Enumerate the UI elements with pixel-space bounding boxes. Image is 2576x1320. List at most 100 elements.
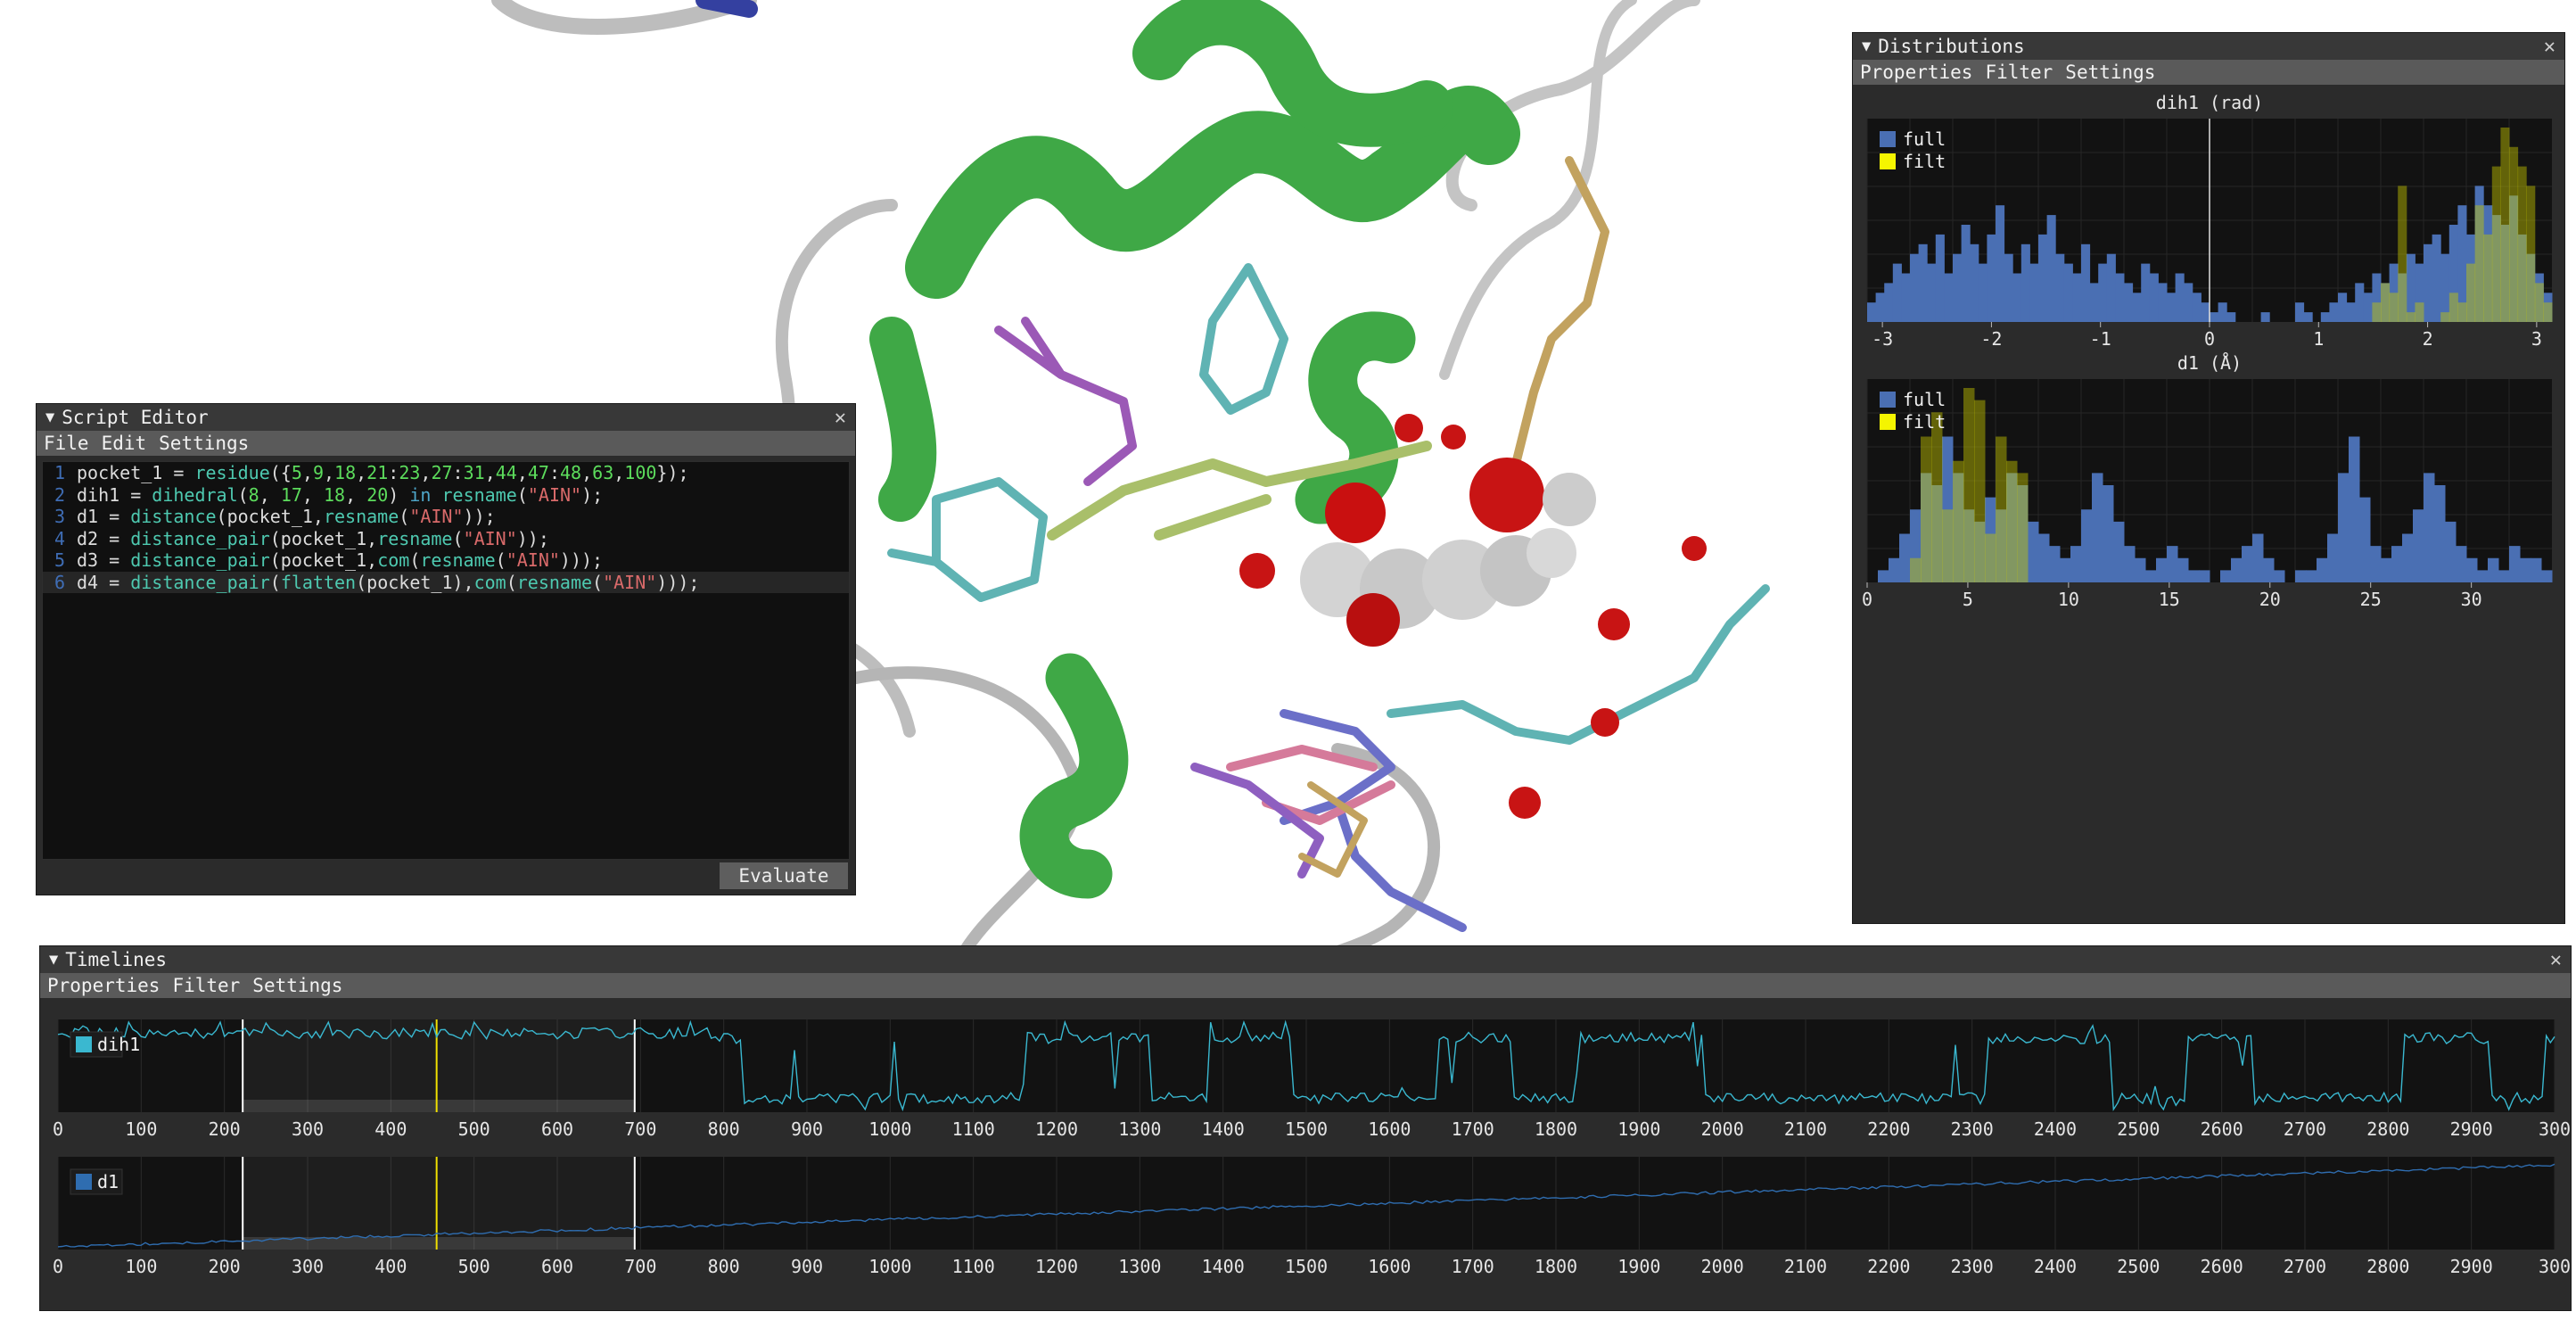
menu-properties[interactable]: Properties: [47, 975, 160, 996]
code-token: :: [548, 462, 561, 483]
code-token: d4 =: [77, 571, 131, 593]
tick-label: 1800: [1535, 1118, 1577, 1140]
full-histogram-bar: [2263, 557, 2275, 582]
tick-label: 200: [209, 1256, 241, 1277]
code-token: 27: [431, 462, 453, 483]
code-token: distance: [130, 506, 217, 527]
tick-label: 2000: [1701, 1256, 1744, 1277]
evaluate-button[interactable]: Evaluate: [720, 862, 848, 889]
full-histogram-bar: [2370, 546, 2382, 582]
code-token: resname: [441, 483, 517, 506]
tick-label: 2400: [2034, 1256, 2077, 1277]
legend-label: full: [1903, 128, 1946, 150]
menu-file[interactable]: File: [44, 433, 89, 454]
code-token: ({: [269, 462, 292, 483]
full-histogram-bar: [2145, 570, 2157, 582]
full-histogram-bar: [2113, 521, 2125, 582]
code-token: dih1 =: [77, 483, 152, 506]
tick-label: 300: [2539, 1118, 2571, 1140]
close-icon[interactable]: ✕: [835, 407, 846, 429]
line-number: 4: [53, 527, 66, 549]
code-token: (: [516, 483, 528, 506]
collapse-triangle-icon[interactable]: ▼: [49, 951, 58, 969]
full-histogram-bar: [2060, 557, 2071, 582]
full-histogram-bar: [1918, 243, 1928, 322]
tick-label: 500: [458, 1256, 490, 1277]
tick-label: 5: [1963, 589, 1973, 610]
code-token: ,: [301, 483, 324, 506]
menu-settings[interactable]: Settings: [252, 975, 342, 996]
full-histogram-bar: [1901, 273, 1911, 322]
tick-label: 1700: [1452, 1256, 1494, 1277]
menu-filter[interactable]: Filter: [172, 975, 240, 996]
line-number: 3: [53, 506, 66, 527]
full-histogram-bar: [2072, 273, 2082, 322]
code-token: resname: [516, 571, 593, 593]
full-histogram-bar: [2149, 273, 2159, 322]
full-histogram-bar: [2004, 253, 2013, 322]
tick-label: 2300: [1951, 1118, 1994, 1140]
full-histogram-bar: [2242, 546, 2253, 582]
full-histogram-bar: [1953, 253, 1963, 322]
full-histogram-bar: [1892, 263, 1902, 322]
full-histogram-bar: [2028, 521, 2039, 582]
code-token: )));: [656, 571, 700, 593]
filt-histogram-bar: [2389, 293, 2399, 322]
code-text-area[interactable]: 1 pocket_1 = residue({5, 9, 18, 21:23, 27:31,…: [42, 461, 850, 860]
tick-label: 2300: [1951, 1256, 1994, 1277]
tick-label: 300: [292, 1256, 324, 1277]
tick-label: 1600: [1368, 1118, 1411, 1140]
code-token: (: [399, 506, 410, 527]
full-histogram-bar: [1996, 205, 2005, 322]
full-histogram-bar: [2089, 283, 2099, 322]
code-line[interactable]: 3 d1 = distance (pocket_1, resname("AIN"));: [43, 506, 849, 528]
script-editor-titlebar[interactable]: ▼ Script Editor ✕: [37, 404, 855, 431]
legend-swatch: [1880, 131, 1896, 147]
legend-swatch: [1880, 153, 1896, 169]
code-token: (: [452, 527, 464, 549]
code-line[interactable]: 5 d3 = distance_pair (pocket_1, com(resname…: [43, 549, 849, 572]
full-histogram-bar: [2498, 570, 2510, 582]
close-icon[interactable]: ✕: [2550, 949, 2562, 971]
code-token: ));: [463, 506, 496, 527]
full-histogram-bar: [2081, 243, 2091, 322]
code-token: d3 =: [77, 549, 131, 571]
timelines-titlebar[interactable]: ▼ Timelines ✕: [40, 946, 2571, 973]
tick-label: 1500: [1285, 1256, 1328, 1277]
code-token: (: [409, 549, 421, 571]
full-histogram-bar: [2327, 533, 2339, 582]
full-histogram-bar: [1875, 293, 1885, 322]
code-line[interactable]: 4 d2 = distance_pair (pocket_1, resname("AI…: [43, 528, 849, 550]
code-token: 47: [527, 462, 549, 483]
full-histogram-bar: [2295, 570, 2307, 582]
full-histogram-bar: [2466, 557, 2478, 582]
code-line[interactable]: 2 dih1 = dihedral(8, 17, 18, 20) in resna…: [43, 484, 849, 507]
distributions-window[interactable]: ▼ Distributions ✕ Properties Filter Sett…: [1852, 32, 2565, 924]
code-token: ): [388, 483, 410, 506]
filt-histogram-bar: [1963, 388, 1975, 582]
full-histogram-bar: [2488, 557, 2499, 582]
tick-label: 1: [2313, 328, 2324, 350]
code-token: (: [506, 571, 517, 593]
timeline-plots[interactable]: dih10 100 200 300 400 500 600 700 800 900 1000 1100…: [40, 998, 2572, 1312]
line-number: 1: [53, 462, 66, 483]
collapse-triangle-icon[interactable]: ▼: [45, 408, 54, 426]
full-histogram-bar: [2338, 473, 2350, 582]
tick-label: 3: [2531, 328, 2542, 350]
tick-label: 1600: [1368, 1256, 1411, 1277]
series-label: d1: [97, 1171, 119, 1192]
tick-label: -3: [1872, 328, 1893, 350]
filt-histogram-bar: [2457, 302, 2467, 322]
code-line[interactable]: 1 pocket_1 = residue({5, 9, 18, 21:23, 27:31,…: [43, 462, 849, 484]
script-editor-window[interactable]: ▼ Script Editor ✕ File Edit Settings 1 po…: [36, 403, 856, 895]
full-histogram-bar: [2541, 570, 2553, 582]
code-token: dihedral: [152, 483, 238, 506]
menu-edit[interactable]: Edit: [102, 433, 147, 454]
code-line[interactable]: 6 d4 = distance_pair(flatten (pocket_1), co…: [43, 571, 849, 593]
menu-settings[interactable]: Settings: [159, 433, 249, 454]
full-histogram-bar: [2355, 283, 2365, 322]
full-histogram-bar: [2210, 312, 2219, 322]
filt-histogram-bar: [1996, 436, 2007, 582]
timelines-window[interactable]: ▼ Timelines ✕ Properties Filter Settings…: [39, 945, 2572, 1311]
distribution-plots[interactable]: -3 -2 -1 0 1 2 3fullfilt0 5 10 15 20 25 30fullfilt: [1853, 33, 2566, 925]
